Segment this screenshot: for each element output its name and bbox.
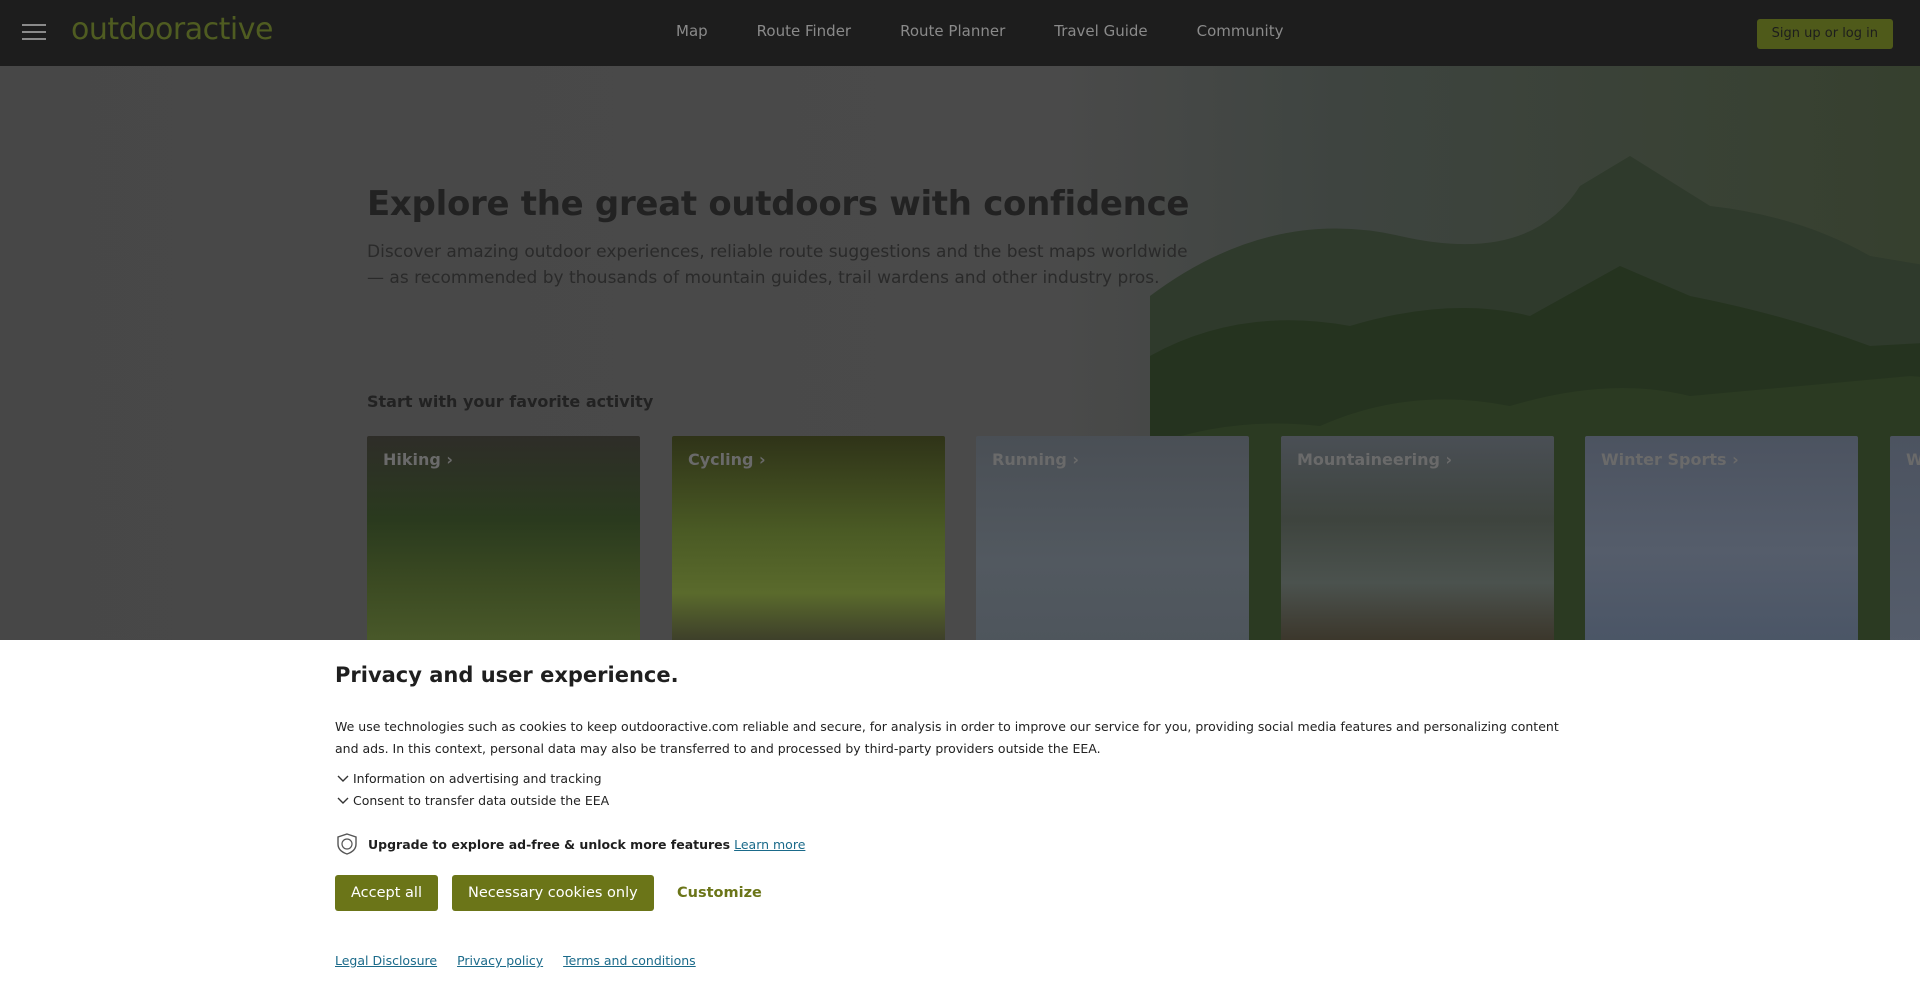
customize-button[interactable]: Customize xyxy=(661,875,778,911)
accept-all-button[interactable]: Accept all xyxy=(335,875,438,911)
toggle-label: Consent to transfer data outside the EEA xyxy=(353,792,610,808)
site-logo[interactable]: outdooractive xyxy=(71,12,273,47)
hero-subtitle: Discover amazing outdoor experiences, re… xyxy=(367,242,1188,288)
toggle-advertising-info[interactable]: Information on advertising and tracking xyxy=(335,770,602,786)
nav-item-travel-guide[interactable]: Travel Guide xyxy=(1054,22,1147,40)
toggle-label: Information on advertising and tracking xyxy=(353,770,602,786)
chevron-down-icon xyxy=(337,775,349,782)
activity-label: Running › xyxy=(992,450,1079,469)
activity-label: Hiking › xyxy=(383,450,454,469)
terms-conditions-link[interactable]: Terms and conditions xyxy=(563,953,696,968)
activity-card-cycling[interactable]: Cycling › xyxy=(672,436,945,640)
nav-item-route-planner[interactable]: Route Planner xyxy=(900,22,1005,40)
activity-label: Winter Sports › xyxy=(1601,450,1739,469)
sign-up-login-button[interactable]: Sign up or log in xyxy=(1756,19,1893,49)
top-navigation-bar: outdooractive Map Route Finder Route Pla… xyxy=(0,0,1920,66)
toggle-data-transfer[interactable]: Consent to transfer data outside the EEA xyxy=(335,792,609,808)
privacy-policy-link[interactable]: Privacy policy xyxy=(457,953,543,968)
consent-description: We use technologies such as cookies to k… xyxy=(335,719,1559,756)
nav-item-map[interactable]: Map xyxy=(676,22,708,40)
activity-card-running[interactable]: Running › xyxy=(976,436,1249,640)
nav-item-community[interactable]: Community xyxy=(1197,22,1284,40)
necessary-cookies-button[interactable]: Necessary cookies only xyxy=(452,875,654,911)
activity-card-partial[interactable]: W xyxy=(1890,436,1920,640)
consent-footer-links: Legal Disclosure Privacy policy Terms an… xyxy=(335,953,696,968)
upgrade-row: Upgrade to explore ad-free & unlock more… xyxy=(335,832,805,856)
activities-heading: Start with your favorite activity xyxy=(367,392,654,411)
activity-label: Mountaineering › xyxy=(1297,450,1453,469)
learn-more-link[interactable]: Learn more xyxy=(734,837,805,852)
upgrade-text: Upgrade to explore ad-free & unlock more… xyxy=(368,836,731,852)
main-nav: Map Route Finder Route Planner Travel Gu… xyxy=(676,22,1332,40)
consent-title: Privacy and user experience. xyxy=(335,663,679,687)
cookie-consent-panel: Privacy and user experience. We use tech… xyxy=(0,640,1920,993)
activity-label: Cycling › xyxy=(688,450,766,469)
pro-badge-icon xyxy=(337,833,357,855)
nav-item-route-finder[interactable]: Route Finder xyxy=(757,22,851,40)
hero-section: Explore the great outdoors with confiden… xyxy=(0,66,1920,640)
legal-disclosure-link[interactable]: Legal Disclosure xyxy=(335,953,437,968)
hero-title: Explore the great outdoors with confiden… xyxy=(367,184,1190,224)
menu-icon[interactable] xyxy=(22,24,46,42)
activity-label: W xyxy=(1906,450,1920,469)
activity-card-mountaineering[interactable]: Mountaineering › xyxy=(1281,436,1554,640)
chevron-down-icon xyxy=(337,797,349,804)
activity-card-hiking[interactable]: Hiking › xyxy=(367,436,640,640)
activity-card-winter-sports[interactable]: Winter Sports › xyxy=(1585,436,1858,640)
